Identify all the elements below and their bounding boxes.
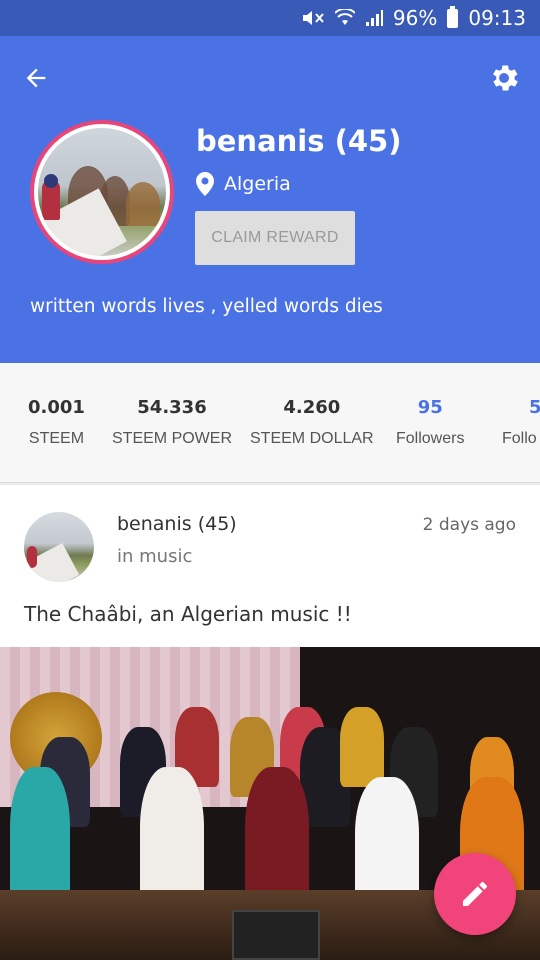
battery-icon bbox=[447, 5, 459, 28]
stat-value: 95 bbox=[417, 397, 443, 418]
profile-header: benanis (45) Algeria CLAIM REWARD writte… bbox=[0, 36, 540, 363]
battery-percent: 96% bbox=[392, 6, 438, 30]
back-button[interactable] bbox=[18, 60, 54, 96]
post-title[interactable]: The Chaâbi, an Algerian music !! bbox=[24, 602, 352, 626]
compose-post-button[interactable] bbox=[434, 853, 516, 935]
post-timestamp: 2 days ago bbox=[422, 515, 516, 535]
stat-label: STEEM bbox=[28, 430, 85, 447]
stat-value: 54.336 bbox=[137, 397, 207, 418]
gear-icon bbox=[493, 65, 518, 91]
post-author-avatar[interactable] bbox=[24, 512, 94, 582]
profile-bio: written words lives , yelled words dies bbox=[30, 296, 383, 317]
stat-label: Follo bbox=[502, 430, 537, 447]
stat-steem: 0.001 STEEM bbox=[28, 397, 85, 448]
location-label: Algeria bbox=[224, 173, 291, 195]
stat-label: STEEM DOLLAR bbox=[250, 430, 374, 447]
stat-followers[interactable]: 95 Followers bbox=[396, 397, 464, 448]
wifi-icon bbox=[334, 9, 355, 27]
claim-reward-button[interactable]: CLAIM REWARD bbox=[195, 211, 355, 265]
stat-value: 4.260 bbox=[283, 397, 341, 418]
stat-steem-dollar: 4.260 STEEM DOLLAR bbox=[250, 397, 374, 448]
signal-icon bbox=[365, 9, 383, 27]
post-category[interactable]: in music bbox=[117, 546, 192, 567]
mute-icon bbox=[301, 8, 325, 28]
stat-value: 0.001 bbox=[28, 397, 85, 418]
profile-location: Algeria bbox=[196, 172, 291, 196]
arrow-left-icon bbox=[26, 68, 46, 88]
profile-avatar[interactable] bbox=[30, 120, 174, 264]
profile-username: benanis (45) bbox=[196, 124, 402, 158]
stats-bar: 0.001 STEEM 54.336 STEEM POWER 4.260 STE… bbox=[0, 363, 540, 483]
status-bar: 96% 09:13 bbox=[0, 0, 540, 36]
map-pin-icon bbox=[196, 172, 214, 196]
stat-value: 5 bbox=[502, 397, 540, 418]
stat-following[interactable]: 5 Follo bbox=[502, 397, 540, 448]
settings-button[interactable] bbox=[486, 60, 522, 96]
post-author[interactable]: benanis (45) bbox=[117, 513, 237, 535]
stat-label: Followers bbox=[396, 430, 465, 447]
stat-steem-power: 54.336 STEEM POWER bbox=[112, 397, 232, 448]
pencil-icon bbox=[463, 882, 487, 906]
avatar-photo bbox=[38, 128, 166, 256]
stat-label: STEEM POWER bbox=[112, 430, 233, 447]
clock: 09:13 bbox=[468, 6, 526, 30]
